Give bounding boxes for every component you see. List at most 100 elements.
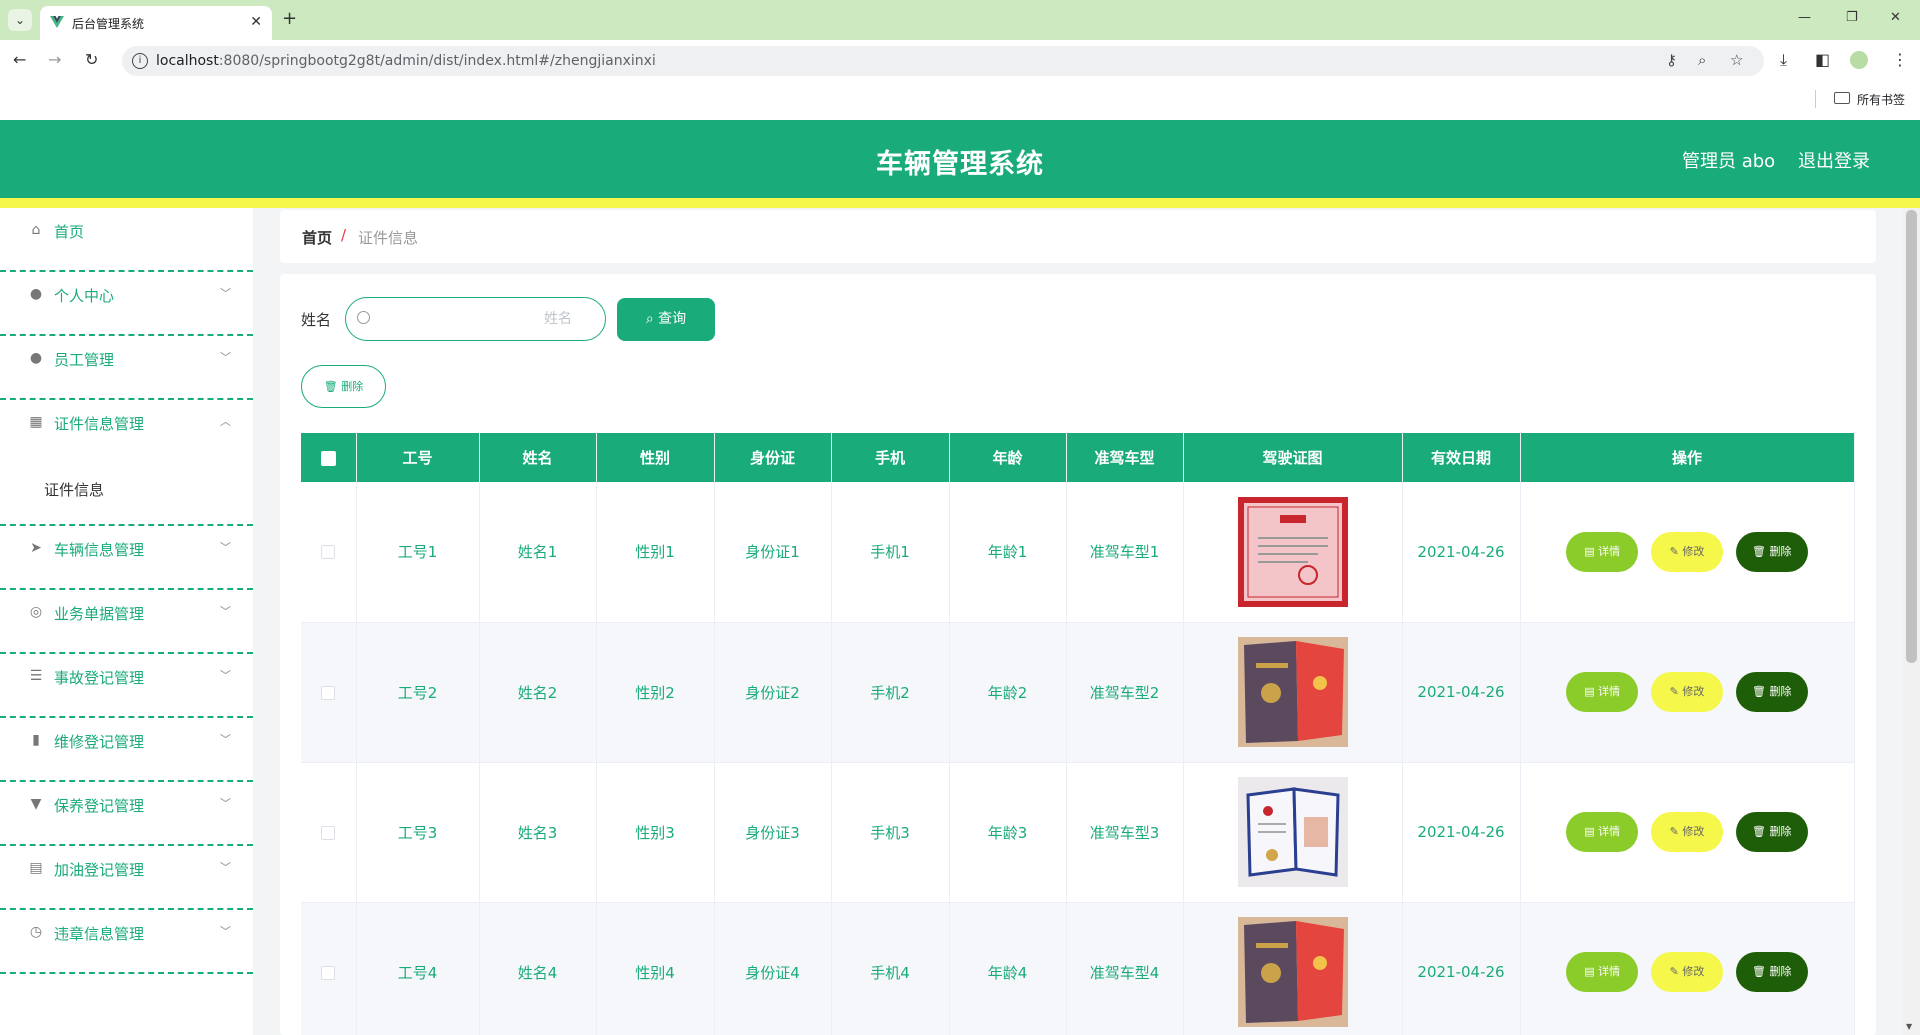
sidebar-subitem-certificate-info[interactable]: 证件信息 xyxy=(0,466,253,526)
cell-valid-date: 2021-04-26 xyxy=(1402,762,1521,903)
url-text[interactable]: localhost:8080/springbootg2g8t/admin/dis… xyxy=(156,53,656,69)
edit-button[interactable]: ✎ 修改 xyxy=(1651,672,1723,712)
browser-toolbar: ← → ↻ i localhost:8080/springbootg2g8t/a… xyxy=(0,40,1920,80)
sidebar-item-label: 保养登记管理 xyxy=(54,797,145,815)
cell-license-image xyxy=(1183,762,1403,903)
download-icon[interactable]: ⤓ xyxy=(1780,50,1787,70)
edit-button[interactable]: ✎ 修改 xyxy=(1651,952,1723,992)
sidebar-item-maintenance[interactable]: ▼ 保养登记管理 ﹀ xyxy=(0,782,253,846)
document-icon: ▤ xyxy=(1584,825,1595,838)
bar-chart-icon: ▮ xyxy=(32,732,40,748)
sidebar-item-vehicles[interactable]: ➤ 车辆信息管理 ﹀ xyxy=(0,526,253,590)
sidebar-item-accidents[interactable]: ☰ 事故登记管理 ﹀ xyxy=(0,654,253,718)
close-tab-icon[interactable]: ✕ xyxy=(250,14,262,30)
window-close-icon[interactable]: ✕ xyxy=(1890,10,1901,25)
detail-button[interactable]: ▤ 详情 xyxy=(1566,812,1639,852)
license-image[interactable] xyxy=(1237,496,1348,607)
folder-icon[interactable] xyxy=(1834,92,1850,104)
row-select-cell[interactable] xyxy=(301,622,357,763)
logout-link[interactable]: 退出登录 xyxy=(1798,147,1870,173)
row-select-cell[interactable] xyxy=(301,762,357,903)
vue-logo-icon xyxy=(50,16,64,28)
search-box[interactable] xyxy=(345,297,606,341)
zoom-icon[interactable]: ⌕ xyxy=(1698,51,1706,69)
search-input[interactable] xyxy=(376,306,572,332)
delete-button[interactable]: 🗑 删除 xyxy=(1735,952,1808,992)
scroll-down-arrow-icon[interactable]: ▼ xyxy=(1906,1022,1912,1031)
license-image[interactable] xyxy=(1237,917,1348,1027)
sidebar-item-business-docs[interactable]: ◎ 业务单据管理 ﹀ xyxy=(0,590,253,654)
browser-tab[interactable]: 后台管理系统 ✕ xyxy=(40,6,272,40)
sidebar-item-violations[interactable]: ◷ 违章信息管理 ﹀ xyxy=(0,910,253,974)
minimize-icon[interactable]: — xyxy=(1798,10,1811,25)
restore-icon[interactable]: ❐ xyxy=(1846,10,1858,25)
sidebar-item-home[interactable]: ⌂ 首页 xyxy=(0,208,253,272)
password-key-icon[interactable]: ⚷ xyxy=(1666,51,1677,69)
sidebar-item-repairs[interactable]: ▮ 维修登记管理 ﹀ xyxy=(0,718,253,782)
select-all-cell[interactable] xyxy=(301,433,357,482)
edit-button[interactable]: ✎ 修改 xyxy=(1651,531,1723,572)
detail-button[interactable]: ▤ 详情 xyxy=(1566,672,1639,712)
cell-license-image xyxy=(1183,902,1403,1035)
column-header: 性别 xyxy=(596,433,715,482)
bookmark-star-icon[interactable]: ☆ xyxy=(1730,51,1743,69)
search-icon: ⌕ xyxy=(645,311,654,327)
cell-name: 姓名4 xyxy=(479,902,597,1035)
row-checkbox[interactable] xyxy=(321,825,336,840)
edit-button[interactable]: ✎ 修改 xyxy=(1651,812,1723,852)
send-icon: ➤ xyxy=(30,540,42,556)
row-select-cell[interactable] xyxy=(301,902,357,1035)
site-info-icon[interactable]: i xyxy=(132,53,148,69)
license-image[interactable] xyxy=(1237,777,1348,887)
delete-button[interactable]: 🗑 删除 xyxy=(1735,672,1808,712)
new-tab-icon[interactable]: + xyxy=(282,9,297,29)
breadcrumb-current: 证件信息 xyxy=(358,229,419,247)
cell-actions: ▤ 详情 ✎ 修改 🗑 删除 xyxy=(1520,622,1855,763)
cell-gender: 性别3 xyxy=(596,762,715,903)
sidebar-item-employees[interactable]: ● 员工管理 ﹀ xyxy=(0,336,253,400)
cell-license-type: 准驾车型2 xyxy=(1066,622,1184,763)
detail-button[interactable]: ▤ 详情 xyxy=(1566,531,1639,572)
table-header-row: 工号 姓名 性别 身份证 手机 年龄 准驾车型 驾驶证图 有效日期 操作 xyxy=(301,433,1855,482)
batch-delete-label: 删除 xyxy=(341,380,364,393)
chevron-down-icon: ﹀ xyxy=(220,351,231,364)
address-bar[interactable]: i localhost:8080/springbootg2g8t/admin/d… xyxy=(122,46,1764,76)
profile-avatar[interactable] xyxy=(1850,51,1868,69)
sidebar-item-label: 违章信息管理 xyxy=(54,925,145,943)
delete-label: 删除 xyxy=(1769,965,1792,978)
sidepanel-icon[interactable]: ◧ xyxy=(1815,50,1830,69)
detail-button[interactable]: ▤ 详情 xyxy=(1566,952,1639,992)
page-scrollbar-thumb[interactable] xyxy=(1906,210,1917,663)
tab-search-button[interactable]: ⌄ xyxy=(8,9,32,31)
row-checkbox[interactable] xyxy=(321,685,336,700)
row-checkbox[interactable] xyxy=(321,965,336,980)
row-checkbox[interactable] xyxy=(321,545,336,560)
delete-button[interactable]: 🗑 删除 xyxy=(1735,812,1808,852)
sidebar-item-label: 证件信息管理 xyxy=(54,415,145,433)
row-select-cell[interactable] xyxy=(301,482,357,623)
license-image[interactable] xyxy=(1237,637,1348,747)
back-icon[interactable]: ← xyxy=(13,50,26,70)
all-bookmarks[interactable]: 所有书签 xyxy=(1857,91,1905,108)
document-icon: ▤ xyxy=(1584,544,1595,558)
reload-icon[interactable]: ↻ xyxy=(85,50,98,70)
sidebar-item-personal-center[interactable]: ● 个人中心 ﹀ xyxy=(0,272,253,336)
cell-idcard: 身份证2 xyxy=(714,622,832,763)
cell-gender: 性别4 xyxy=(596,902,715,1035)
sidebar-item-label: 车辆信息管理 xyxy=(54,541,145,559)
batch-delete-button[interactable]: 🗑 删除 xyxy=(301,365,386,408)
sidebar-item-label: 业务单据管理 xyxy=(54,605,145,623)
cell-valid-date: 2021-04-26 xyxy=(1402,902,1521,1035)
chevron-down-icon: ﹀ xyxy=(220,733,231,746)
delete-button[interactable]: 🗑 删除 xyxy=(1735,531,1808,572)
url-path: :8080/springbootg2g8t/admin/dist/index.h… xyxy=(218,53,656,69)
forward-icon[interactable]: → xyxy=(48,50,61,70)
select-all-checkbox[interactable] xyxy=(320,450,336,466)
sidebar-item-refueling[interactable]: ▤ 加油登记管理 ﹀ xyxy=(0,846,253,910)
breadcrumb-home[interactable]: 首页 xyxy=(302,227,332,248)
query-button[interactable]: ⌕ 查询 xyxy=(617,298,715,341)
chevron-down-icon: ﹀ xyxy=(220,605,231,618)
sidebar-item-certificates[interactable]: ▦ 证件信息管理 ︿ xyxy=(0,400,253,466)
more-menu-icon[interactable]: ⋮ xyxy=(1892,50,1908,69)
column-header: 驾驶证图 xyxy=(1183,433,1403,482)
